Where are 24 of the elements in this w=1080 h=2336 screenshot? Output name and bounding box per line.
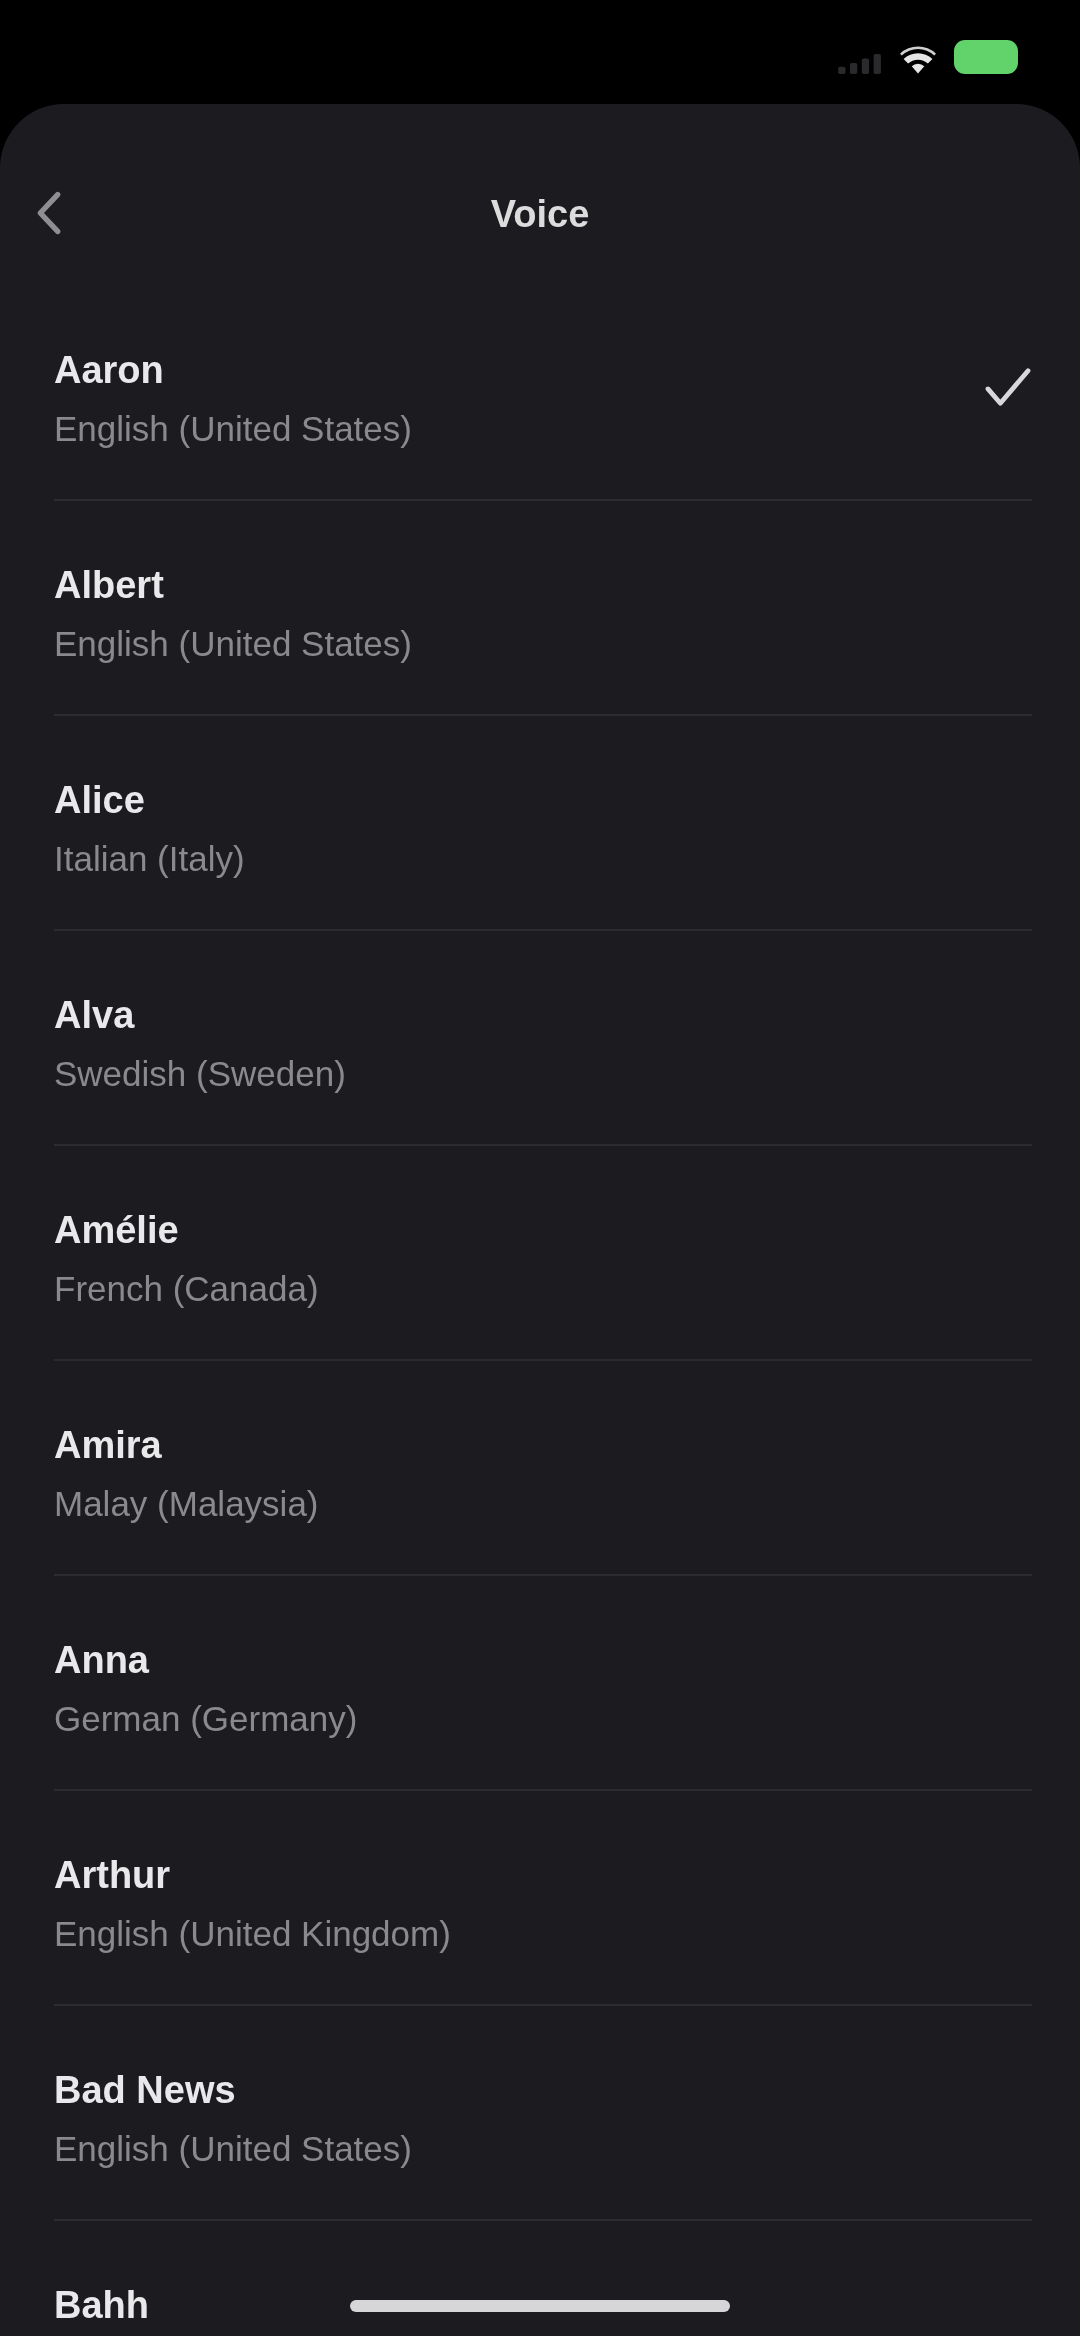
voice-language: Swedish (Sweden): [54, 1053, 346, 1095]
voice-language: English (United States): [54, 2128, 412, 2170]
wifi-icon: [900, 46, 936, 74]
voice-name[interactable]: Aaron: [54, 348, 164, 392]
signal-icon: [838, 54, 882, 74]
voice-name[interactable]: Alva: [54, 993, 135, 1037]
voice-name[interactable]: Bahh: [54, 2283, 149, 2327]
voice-name[interactable]: Arthur: [54, 1853, 171, 1897]
voice-language: Italian (Italy): [54, 838, 245, 880]
voice-language: Malay (Malaysia): [54, 1483, 319, 1525]
screen-title: Voice: [490, 192, 590, 237]
voice-name[interactable]: Amélie: [54, 1208, 179, 1252]
voice-language: English (United Kingdom): [54, 1913, 451, 1955]
voice-language: French (Canada): [54, 1268, 319, 1310]
voice-name[interactable]: Bad News: [54, 2068, 236, 2112]
battery-icon: [954, 40, 1018, 74]
voice-language: German (Germany): [54, 1698, 358, 1740]
voice-name[interactable]: Amira: [54, 1423, 162, 1467]
voice-name[interactable]: Anna: [54, 1638, 149, 1682]
voice-language: English (United States): [54, 623, 412, 665]
voice-name[interactable]: Alice: [54, 778, 145, 822]
voice-name[interactable]: Albert: [54, 563, 164, 607]
chevron-left-icon[interactable]: [36, 190, 62, 236]
voice-language: English (United States): [54, 408, 412, 450]
